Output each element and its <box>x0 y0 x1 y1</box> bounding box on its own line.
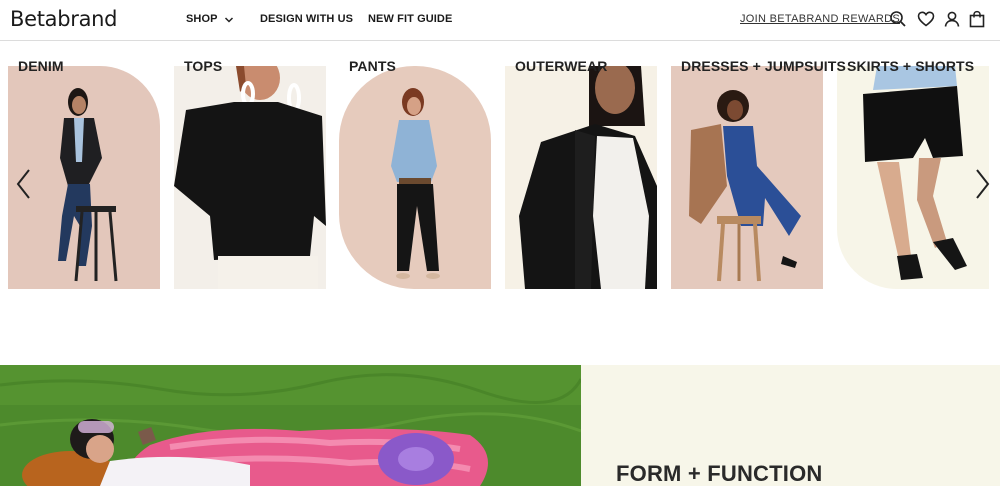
heart-icon[interactable] <box>917 10 935 28</box>
outerwear-model-image <box>519 66 657 289</box>
join-rewards-link[interactable]: JOIN BETABRAND REWARDS <box>740 13 900 25</box>
category-card-pants[interactable] <box>339 66 491 289</box>
hero-lawn-photo <box>0 365 581 486</box>
site-header: Betabrand SHOP DESIGN WITH US NEW FIT GU… <box>0 0 1000 41</box>
bag-icon[interactable] <box>968 10 986 28</box>
nav-shop[interactable]: SHOP <box>186 13 218 25</box>
category-label-dresses-jumpsuits[interactable]: DRESSES + JUMPSUITS <box>681 58 846 74</box>
tops-model-image <box>174 66 326 289</box>
category-label-denim[interactable]: DENIM <box>18 58 64 74</box>
search-icon[interactable] <box>889 10 907 28</box>
skirts-model-image <box>863 66 967 280</box>
category-label-outerwear[interactable]: OUTERWEAR <box>515 58 607 74</box>
category-card-tops[interactable] <box>174 66 326 289</box>
nav-design-with-us[interactable]: DESIGN WITH US <box>260 13 353 25</box>
category-card-skirts-shorts[interactable] <box>837 66 989 289</box>
chevron-right-icon[interactable] <box>972 168 992 200</box>
hero-title: FORM + FUNCTION <box>616 461 823 486</box>
pants-model-image <box>391 88 440 279</box>
chevron-down-icon[interactable] <box>224 12 234 23</box>
chevron-left-icon[interactable] <box>14 168 34 200</box>
category-card-dresses-jumpsuits[interactable] <box>671 66 823 289</box>
category-card-outerwear[interactable] <box>505 66 657 289</box>
nav-new-fit-guide[interactable]: NEW FIT GUIDE <box>368 13 452 25</box>
category-label-skirts-shorts[interactable]: SKIRTS + SHORTS <box>847 58 974 74</box>
hero-image[interactable] <box>0 365 581 486</box>
hero-text-panel: FORM + FUNCTION <box>581 365 1000 486</box>
category-label-tops[interactable]: TOPS <box>184 58 222 74</box>
dresses-model-image <box>689 90 801 282</box>
betabrand-logo[interactable]: Betabrand <box>10 7 118 31</box>
category-label-pants[interactable]: PANTS <box>349 58 396 74</box>
account-icon[interactable] <box>943 10 961 28</box>
category-carousel: DENIM TOPS PANTS OUTERWEAR DRESSES + JUM… <box>0 42 1000 302</box>
